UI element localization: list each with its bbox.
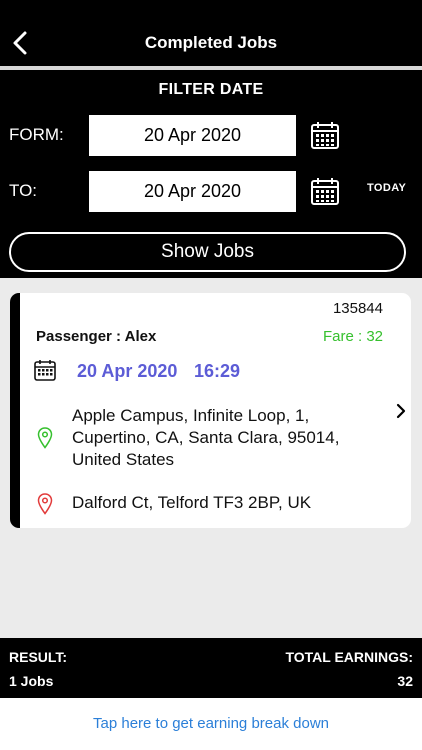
pickup-address: Apple Campus, Infinite Loop, 1, Cupertin… — [72, 406, 340, 469]
passenger-name: Passenger : Alex — [36, 328, 157, 345]
nav-header: Completed Jobs — [0, 0, 422, 66]
earning-breakdown-link[interactable]: Tap here to get earning break down — [0, 698, 422, 750]
show-jobs-button[interactable]: Show Jobs — [9, 232, 406, 272]
result-value: 1 Jobs — [9, 673, 54, 689]
filter-title: FILTER DATE — [158, 81, 264, 98]
to-label: TO: — [9, 181, 38, 200]
job-id: 135844 — [332, 300, 383, 317]
total-earnings-label: TOTAL EARNINGS: — [285, 649, 413, 665]
calendar-icon — [34, 360, 56, 381]
page-title: Completed Jobs — [144, 33, 278, 52]
result-label: RESULT: — [9, 649, 68, 665]
to-date-field[interactable]: 20 Apr 2020 — [89, 171, 296, 212]
pickup-pin-icon — [37, 427, 53, 449]
dropoff-pin-icon — [37, 493, 53, 515]
summary-footer: RESULT: 1 Jobs TOTAL EARNINGS: 32 — [0, 638, 422, 698]
fare-amount: Fare : 32 — [322, 328, 383, 345]
from-label: FORM: — [9, 125, 64, 144]
total-earnings-value: 32 — [397, 673, 413, 689]
from-calendar-icon[interactable] — [310, 120, 340, 150]
chevron-right-icon[interactable] — [395, 403, 407, 419]
to-calendar-icon[interactable] — [310, 176, 340, 206]
from-date-field[interactable]: 20 Apr 2020 — [89, 115, 296, 156]
dropoff-address: Dalford Ct, Telford TF3 2BP, UK — [72, 493, 312, 512]
job-card[interactable]: 135844 Passenger : Alex Fare : 32 20 Apr… — [10, 293, 411, 528]
today-button[interactable]: TODAY — [367, 182, 406, 194]
filter-panel: FILTER DATE FORM: 20 Apr 2020 TO: 20 Apr… — [0, 70, 422, 278]
job-time: 16:29 — [194, 361, 241, 381]
job-date: 20 Apr 2020 — [77, 361, 178, 381]
